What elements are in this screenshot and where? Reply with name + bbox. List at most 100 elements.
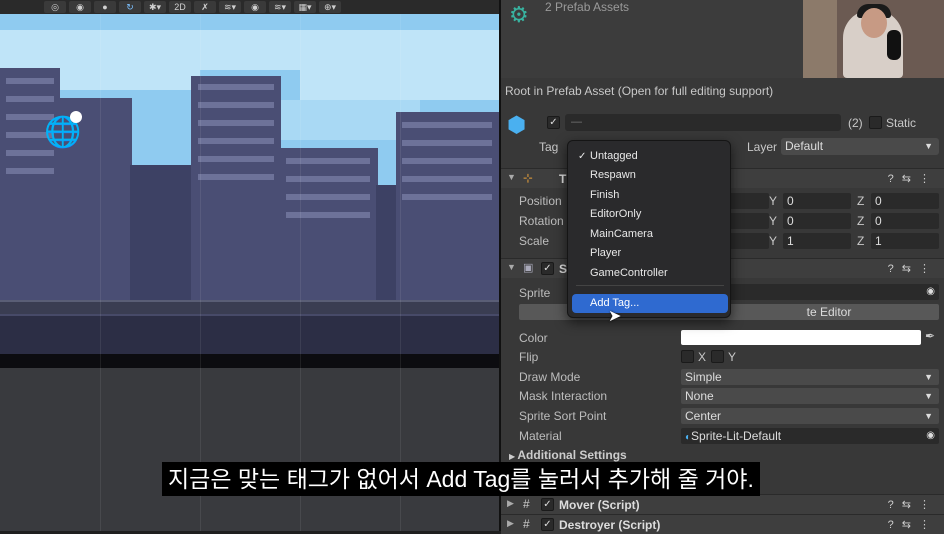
building-window <box>198 120 274 126</box>
visibility-icon[interactable]: ◉ <box>244 1 266 13</box>
scale-z-field[interactable]: 1 <box>871 233 939 249</box>
shading-icon[interactable]: ● <box>94 1 116 13</box>
axis-z-label: Z <box>857 194 865 208</box>
material-field[interactable]: ◐Sprite-Lit-Default ◉ <box>681 428 939 444</box>
eyedropper-icon[interactable]: ✒ <box>925 329 935 343</box>
rotation-z-field[interactable]: 0 <box>871 213 939 229</box>
building-window <box>402 194 492 200</box>
gizmo-icon[interactable]: ◉ <box>69 1 91 13</box>
tag-option-gamecontroller[interactable]: GameController <box>572 264 728 283</box>
expand-arrow-icon[interactable]: ▶ <box>507 518 514 529</box>
component-menu-icons[interactable]: ?⇆⋮ <box>888 262 938 275</box>
flip-y-checkbox[interactable] <box>711 350 724 363</box>
sprite-sort-point-dropdown[interactable]: Center ▼ <box>681 408 939 424</box>
tag-option-maincamera[interactable]: MainCamera <box>572 225 728 244</box>
destroyer-script-header[interactable]: ▶ # ✓ Destroyer (Script) ?⇆⋮ <box>501 514 944 534</box>
flip-x-label: X <box>698 350 707 364</box>
building-window <box>402 176 492 182</box>
add-tag-menu-item[interactable]: Add Tag... <box>572 294 728 313</box>
tag-option-editoronly[interactable]: EditorOnly <box>572 205 728 224</box>
flip-x-checkbox[interactable] <box>681 350 694 363</box>
sprite-renderer-title: S <box>559 262 568 276</box>
audio-icon[interactable]: ✗ <box>194 1 216 13</box>
tag-option-finish[interactable]: Finish <box>572 186 728 205</box>
collapse-arrow-icon[interactable]: ▼ <box>507 262 516 272</box>
mask-interaction-dropdown[interactable]: None ▼ <box>681 388 939 404</box>
component-menu-icons[interactable]: ?⇆⋮ <box>888 498 938 511</box>
checkmark-icon: ✓ <box>578 151 587 162</box>
webcam-overlay <box>803 0 944 78</box>
tag-option-respawn[interactable]: Respawn <box>572 166 728 185</box>
building-window <box>402 158 492 164</box>
mover-enabled-checkbox[interactable]: ✓ <box>541 498 554 511</box>
grid-icon[interactable]: ◎ <box>44 1 66 13</box>
expand-arrow-icon[interactable]: ▶ <box>507 498 514 509</box>
sprite-renderer-enabled-checkbox[interactable]: ✓ <box>541 262 554 275</box>
additional-settings-foldout[interactable]: ▶ Additional Settings <box>509 448 627 462</box>
active-checkbox[interactable]: ✓ <box>547 116 560 129</box>
color-label: Color <box>519 331 548 345</box>
object-picker-icon[interactable]: ◉ <box>926 428 935 444</box>
script-icon: # <box>523 497 530 511</box>
tag-option-player[interactable]: Player <box>572 244 728 263</box>
camera-icon[interactable]: ▦▾ <box>294 1 316 13</box>
layer-label: Layer <box>747 140 778 154</box>
building-window <box>286 176 370 182</box>
position-x-field[interactable] <box>727 193 769 209</box>
building-window <box>286 194 370 200</box>
building <box>376 185 398 300</box>
tag-option-untagged[interactable]: ✓ Untagged <box>572 147 728 166</box>
layer-dropdown[interactable]: Default ▼ <box>781 138 939 155</box>
2d-toggle-button[interactable]: 2D <box>169 1 191 13</box>
scale-y-field[interactable]: 1 <box>783 233 851 249</box>
rotation-y-field[interactable]: 0 <box>783 213 851 229</box>
empty-scene-area <box>0 368 499 531</box>
rotation-x-field[interactable] <box>727 213 769 229</box>
building <box>0 68 60 300</box>
bug-icon[interactable]: ✱▾ <box>144 1 166 13</box>
building-window <box>198 156 274 162</box>
tag-option-label: Player <box>590 247 622 259</box>
draw-mode-dropdown[interactable]: Simple ▼ <box>681 369 939 385</box>
destroyer-enabled-checkbox[interactable]: ✓ <box>541 518 554 531</box>
scene-view[interactable]: ◎ ◉ ● ↻ ✱▾ 2D ✗ ≋▾ ◉ ≋▾ ▦▾ ⊕▾ 🌐 <box>0 0 499 531</box>
axis-z-label: Z <box>857 214 865 228</box>
component-menu-icons[interactable]: ?⇆⋮ <box>888 172 938 185</box>
color-swatch[interactable] <box>681 330 921 345</box>
sprite-field[interactable]: ◉ <box>727 284 939 300</box>
draw-mode-value: Simple <box>685 370 722 384</box>
building-window <box>198 138 274 144</box>
name-field[interactable]: — <box>565 114 841 131</box>
position-y-field[interactable]: 0 <box>783 193 851 209</box>
mover-script-header[interactable]: ▶ # ✓ Mover (Script) ?⇆⋮ <box>501 494 944 514</box>
static-label: Static <box>886 116 917 130</box>
collapse-arrow-icon[interactable]: ▼ <box>507 172 516 182</box>
tag-option-label: MainCamera <box>590 228 653 240</box>
cube-icon: ⬢ <box>507 112 527 137</box>
tag-dropdown-menu: ✓ Untagged Respawn Finish EditorOnly Main… <box>567 140 731 318</box>
building-window <box>286 212 370 218</box>
position-z-field[interactable]: 0 <box>871 193 939 209</box>
scene-toolbar: ◎ ◉ ● ↻ ✱▾ 2D ✗ ≋▾ ◉ ≋▾ ▦▾ ⊕▾ <box>0 0 499 14</box>
gizmos-icon[interactable]: ⊕▾ <box>319 1 341 13</box>
layers-icon[interactable]: ≋▾ <box>269 1 291 13</box>
flip-label: Flip <box>519 350 539 364</box>
scene-gridline <box>200 14 201 531</box>
script-icon: # <box>523 517 530 531</box>
draw-mode-label: Draw Mode <box>519 370 581 384</box>
refresh-icon[interactable]: ↻ <box>119 1 141 13</box>
rotation-label: Rotation <box>519 214 564 228</box>
object-picker-icon[interactable]: ◉ <box>926 284 935 300</box>
chevron-down-icon: ▼ <box>924 411 933 421</box>
position-label: Position <box>519 194 562 208</box>
component-menu-icons[interactable]: ?⇆⋮ <box>888 518 938 531</box>
scale-x-field[interactable] <box>727 233 769 249</box>
effects-icon[interactable]: ≋▾ <box>219 1 241 13</box>
tag-option-label: Respawn <box>590 169 636 181</box>
building-window <box>6 168 54 174</box>
cloud <box>60 60 200 90</box>
tag-option-label: GameController <box>590 267 668 279</box>
sprite-sort-point-value: Center <box>685 409 722 423</box>
static-checkbox[interactable] <box>869 116 882 129</box>
mask-interaction-label: Mask Interaction <box>519 389 608 403</box>
